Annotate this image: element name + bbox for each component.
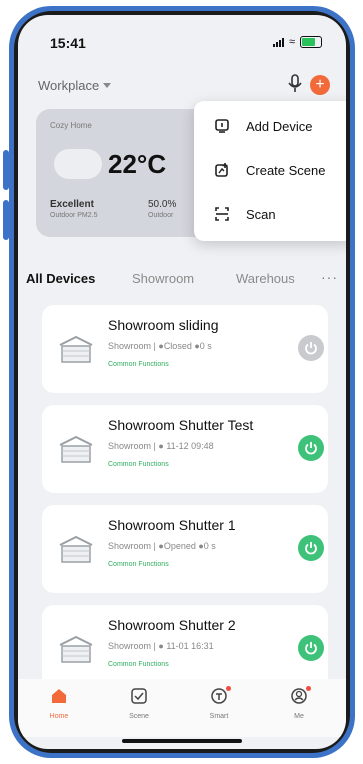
status-time: 15:41 <box>50 35 86 51</box>
device-card[interactable]: Showroom Shutter Test Showroom | ● 11-12… <box>42 405 328 493</box>
shutter-icon <box>59 435 93 463</box>
power-icon <box>305 342 317 355</box>
power-button[interactable] <box>298 435 324 461</box>
tab-warehouse[interactable]: Warehous <box>236 271 295 286</box>
device-name: Showroom Shutter 2 <box>108 617 236 633</box>
device-card[interactable]: Showroom sliding Showroom | ●Closed ●0 s… <box>42 305 328 393</box>
workplace-label: Workplace <box>38 78 100 93</box>
caret-down-icon <box>103 83 112 88</box>
workplace-selector[interactable]: Workplace <box>38 78 112 93</box>
side-button <box>3 150 9 190</box>
device-status: Showroom | ●Closed ●0 s <box>108 341 212 351</box>
device-card[interactable]: Showroom Shutter 1 Showroom | ●Opened ●0… <box>42 505 328 593</box>
temperature: 22°C <box>108 149 167 179</box>
power-icon <box>305 442 317 455</box>
device-room: Showroom <box>108 641 152 651</box>
battery-icon <box>300 36 322 48</box>
humidity: 50.0% <box>148 199 177 210</box>
header: Workplace + <box>18 69 346 99</box>
device-status: Showroom | ●Opened ●0 s <box>108 541 216 551</box>
tab-scene[interactable]: Scene <box>114 687 164 720</box>
tab-smart[interactable]: Smart <box>194 686 244 720</box>
common-functions-link[interactable]: Common Functions <box>108 461 169 468</box>
tab-me[interactable]: Me <box>274 686 324 720</box>
home-icon <box>52 689 66 703</box>
more-tabs-icon[interactable]: ··· <box>321 269 338 285</box>
menu-item-scan[interactable]: Scan <box>194 193 346 235</box>
wifi-icon: ≈ <box>288 36 295 48</box>
home-name: Cozy Home <box>50 121 92 130</box>
humidity-label: Outdoor <box>148 212 174 219</box>
shutter-icon <box>59 335 93 363</box>
air-quality: Excellent <box>50 199 94 210</box>
tab-label: Home <box>49 713 69 720</box>
device-room: Showroom <box>108 341 152 351</box>
tab-label: Smart <box>209 713 229 720</box>
scan-icon <box>215 207 229 221</box>
create-scene-icon <box>215 163 228 177</box>
power-button[interactable] <box>298 535 324 561</box>
app-screen: 15:41 ≈ Workplace + Cozy Home 22°C Excel… <box>18 15 346 749</box>
shutter-icon <box>59 635 93 663</box>
notification-dot <box>226 686 231 691</box>
device-extra: 0 s <box>199 341 212 351</box>
device-extra: 11-12 09:48 <box>166 441 214 451</box>
menu-item-create-scene[interactable]: Create Scene <box>194 149 346 191</box>
device-status: Showroom | ● 11-12 09:48 <box>108 441 214 451</box>
add-menu: Add Device Create Scene Scan <box>194 101 346 241</box>
power-icon <box>305 642 317 655</box>
add-button[interactable]: + <box>310 75 330 95</box>
menu-item-label: Add Device <box>246 118 313 134</box>
device-name: Showroom sliding <box>108 317 219 333</box>
tab-label: Me <box>294 713 304 720</box>
home-indicator <box>122 739 242 743</box>
menu-item-add-device[interactable]: Add Device <box>194 105 346 147</box>
menu-item-label: Create Scene <box>246 162 326 178</box>
device-room: Showroom <box>108 541 152 551</box>
signal-icon <box>272 37 284 47</box>
tab-all-devices[interactable]: All Devices <box>26 271 95 286</box>
menu-item-label: Scan <box>246 206 276 222</box>
smart-icon <box>211 688 227 704</box>
cloud-icon <box>54 149 102 179</box>
device-room: Showroom <box>108 441 152 451</box>
bottom-tab-bar: Home Scene Smart Me <box>18 679 346 737</box>
device-state: Opened <box>163 541 196 551</box>
notification-dot <box>306 686 311 691</box>
shutter-icon <box>59 535 93 563</box>
tab-home[interactable]: Home <box>34 687 84 720</box>
common-functions-link[interactable]: Common Functions <box>108 661 169 668</box>
device-name: Showroom Shutter Test <box>108 417 254 433</box>
power-button[interactable] <box>298 635 324 661</box>
power-icon <box>305 542 317 555</box>
device-status: Showroom | ● 11-01 16:31 <box>108 641 214 651</box>
side-button <box>3 200 9 240</box>
room-tabs: All Devices Showroom Warehous ··· <box>18 265 346 295</box>
microphone-icon[interactable] <box>286 73 304 95</box>
device-extra: 0 s <box>203 541 216 551</box>
scene-icon <box>131 688 147 704</box>
profile-icon <box>291 688 307 704</box>
phone-bezel: 15:41 ≈ Workplace + Cozy Home 22°C Excel… <box>14 11 350 753</box>
add-device-icon <box>215 119 229 133</box>
device-extra: 11-01 16:31 <box>166 641 214 651</box>
device-name: Showroom Shutter 1 <box>108 517 236 533</box>
tab-showroom[interactable]: Showroom <box>132 271 194 286</box>
tab-label: Scene <box>129 713 149 720</box>
common-functions-link[interactable]: Common Functions <box>108 561 169 568</box>
power-button[interactable] <box>298 335 324 361</box>
common-functions-link[interactable]: Common Functions <box>108 361 169 368</box>
device-state: Closed <box>163 341 192 351</box>
status-bar: 15:41 ≈ <box>18 15 346 55</box>
air-quality-label: Outdoor PM2.5 <box>50 212 98 219</box>
